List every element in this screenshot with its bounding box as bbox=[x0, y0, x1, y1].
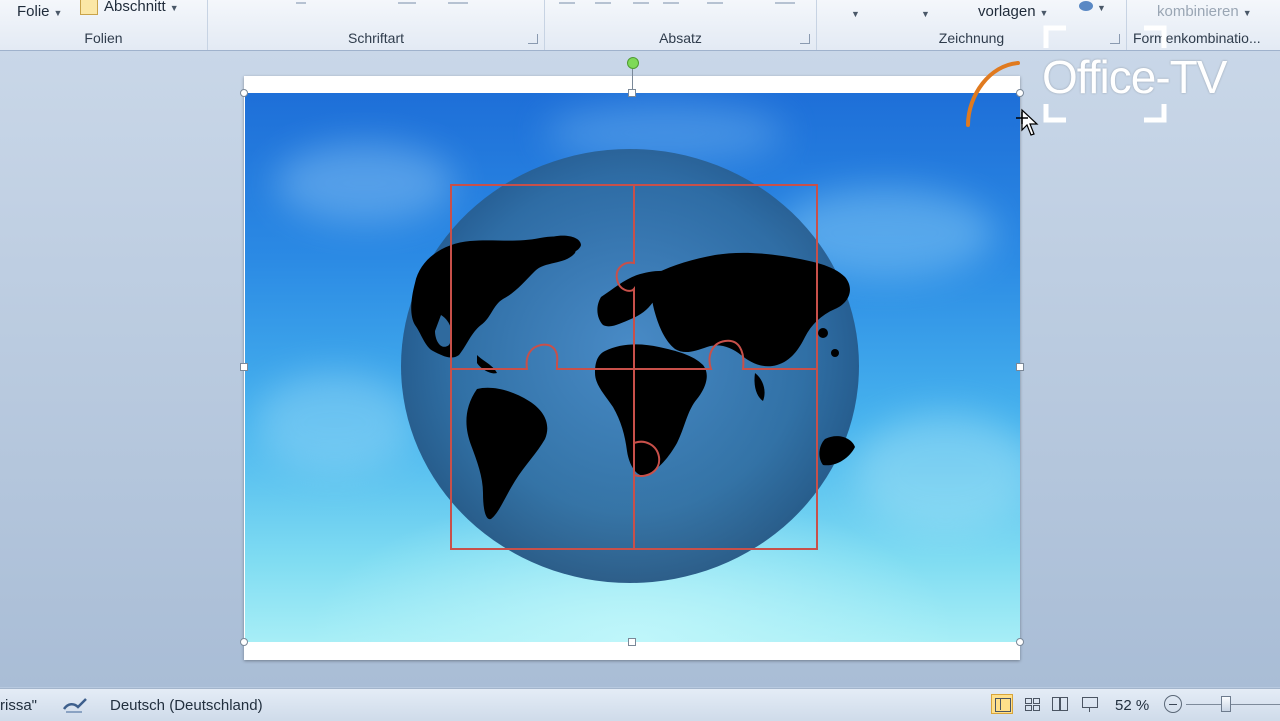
status-bar: rissa" Deutsch (Deutschland) 52 % bbox=[0, 688, 1280, 721]
zoom-level[interactable]: 52 % bbox=[1115, 697, 1149, 714]
logo-frame-corners bbox=[1043, 25, 1167, 123]
align-icon[interactable] bbox=[633, 2, 649, 4]
chevron-down-icon: ▼ bbox=[851, 9, 860, 19]
font-tool-icon[interactable] bbox=[448, 2, 468, 4]
section-icon bbox=[80, 0, 98, 16]
zoom-out-icon[interactable] bbox=[1164, 695, 1182, 713]
chevron-down-icon: ▼ bbox=[1097, 3, 1106, 13]
quick-styles-button[interactable]: vorlagen ▼ bbox=[978, 3, 1048, 20]
slideshow-view-icon[interactable] bbox=[1079, 694, 1101, 714]
reading-view-icon[interactable] bbox=[1049, 694, 1071, 714]
quick-styles-label: vorlagen bbox=[978, 3, 1036, 20]
align-icon[interactable] bbox=[559, 2, 575, 4]
dialog-launcher-icon[interactable] bbox=[800, 34, 810, 44]
chevron-down-icon: ▼ bbox=[53, 8, 63, 18]
rotation-handle[interactable] bbox=[627, 57, 639, 69]
group-label-schriftart: Schriftart bbox=[347, 30, 404, 46]
resize-handle-left[interactable] bbox=[240, 363, 248, 371]
chevron-down-icon: ▼ bbox=[1039, 8, 1049, 18]
globe-picture[interactable] bbox=[245, 93, 1020, 642]
combine-shapes-button[interactable]: kombinieren ▼ bbox=[1157, 3, 1252, 20]
combine-shapes-label: kombinieren bbox=[1157, 3, 1239, 20]
font-tool-icon[interactable] bbox=[296, 2, 306, 4]
normal-view-icon[interactable] bbox=[991, 694, 1013, 714]
group-schriftart: Schriftart bbox=[208, 0, 545, 50]
section-button[interactable]: Abschnitt ▼ bbox=[80, 0, 179, 16]
resize-handle-top-left[interactable] bbox=[240, 89, 248, 97]
office-tv-logo-arc bbox=[966, 61, 1020, 127]
resize-handle-right[interactable] bbox=[1016, 363, 1024, 371]
chevron-down-icon: ▼ bbox=[1242, 8, 1252, 18]
zoom-slider-thumb[interactable] bbox=[1221, 696, 1231, 712]
group-label-absatz: Absatz bbox=[659, 30, 702, 46]
shapes-dropdown[interactable]: ▼ bbox=[847, 4, 860, 21]
group-label-folien: Folien bbox=[84, 30, 123, 46]
section-label: Abschnitt bbox=[104, 0, 166, 15]
slide-sorter-view-icon[interactable] bbox=[1021, 694, 1043, 714]
align-icon[interactable] bbox=[663, 2, 679, 4]
columns-icon[interactable] bbox=[707, 2, 723, 4]
smartart-icon[interactable] bbox=[775, 2, 795, 4]
effects-icon bbox=[1079, 1, 1093, 11]
chevron-down-icon: ▼ bbox=[169, 3, 179, 13]
group-folien: Folie ▼ Abschnitt ▼ Folien bbox=[0, 0, 208, 50]
new-slide-label: Folie bbox=[17, 3, 50, 20]
globe-illustration bbox=[255, 103, 1020, 583]
group-absatz: Absatz bbox=[545, 0, 817, 50]
chevron-down-icon: ▼ bbox=[921, 9, 930, 19]
shape-effects-button[interactable]: ▼ bbox=[1079, 0, 1106, 15]
dialog-launcher-icon[interactable] bbox=[528, 34, 538, 44]
theme-name[interactable]: rissa" bbox=[0, 697, 37, 714]
new-slide-button[interactable]: Folie ▼ bbox=[17, 3, 62, 20]
language-indicator[interactable]: Deutsch (Deutschland) bbox=[110, 697, 263, 714]
resize-handle-bottom-left[interactable] bbox=[240, 638, 248, 646]
zoom-slider-track[interactable] bbox=[1186, 704, 1280, 705]
spellcheck-icon[interactable] bbox=[62, 695, 90, 715]
resize-handle-bottom-right[interactable] bbox=[1016, 638, 1024, 646]
font-tool-icon[interactable] bbox=[398, 2, 416, 4]
align-icon[interactable] bbox=[595, 2, 611, 4]
arrange-dropdown[interactable]: ▼ bbox=[917, 4, 930, 21]
resize-handle-top[interactable] bbox=[628, 89, 636, 97]
resize-handle-bottom[interactable] bbox=[628, 638, 636, 646]
